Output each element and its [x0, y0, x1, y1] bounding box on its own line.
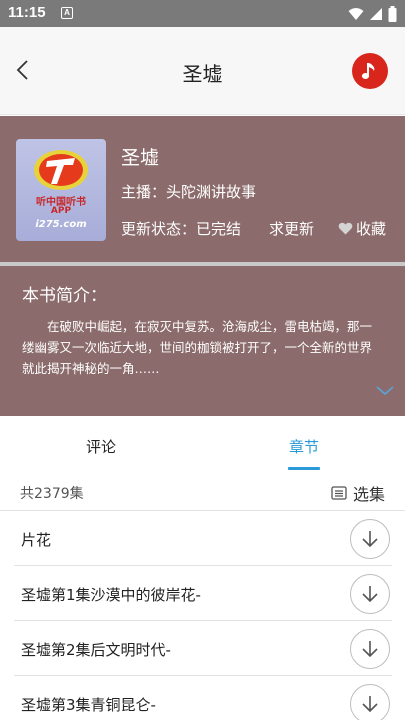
favorite-label: 收藏	[356, 220, 387, 238]
download-button[interactable]	[350, 629, 390, 669]
download-arrow-icon	[362, 696, 378, 713]
download-button[interactable]	[350, 519, 390, 559]
intro-text: 在破败中崛起，在寂灭中复苏。沧海成尘，雷电枯竭，那一缕幽雾又一次临近大地，世间的…	[22, 319, 373, 376]
status-bar: 11:15 A	[0, 0, 405, 27]
status-time: 11:15	[8, 4, 46, 21]
music-note-icon	[361, 63, 375, 79]
page-title: 圣墟	[182, 62, 223, 86]
now-playing-button[interactable]	[352, 53, 388, 89]
download-arrow-icon	[362, 531, 378, 548]
episode-count-bar: 共2379集 选集	[0, 473, 405, 511]
list-item[interactable]: 片花	[14, 512, 392, 566]
battery-icon	[388, 6, 397, 22]
list-icon	[331, 486, 347, 500]
status-icons	[348, 5, 397, 23]
book-title: 圣墟	[121, 147, 160, 169]
select-episodes-button[interactable]: 选集	[331, 481, 385, 505]
book-cover[interactable]: 听中国听书 APP i275.com	[16, 139, 106, 241]
episode-title: 片花	[21, 531, 52, 549]
book-author: 主播：头陀渊讲故事	[121, 183, 257, 201]
book-info-panel: 听中国听书 APP i275.com 圣墟 主播：头陀渊讲故事 更新状态：已完结…	[0, 116, 405, 262]
list-item[interactable]: 圣墟第2集后文明时代-	[14, 622, 392, 676]
cover-text-line2: APP	[50, 206, 72, 216]
app-logo-icon	[34, 150, 88, 190]
episode-title: 圣墟第1集沙漠中的彼岸花-	[21, 586, 201, 604]
wifi-icon	[348, 8, 364, 20]
favorite-button[interactable]: 收藏	[338, 218, 386, 239]
book-update-status: 更新状态：已完结	[121, 220, 242, 238]
cover-text-line3: i275.com	[35, 219, 87, 230]
download-button[interactable]	[350, 684, 390, 720]
notification-icon: A	[61, 7, 73, 19]
episode-title: 圣墟第3集青铜昆仑-	[21, 696, 156, 714]
request-update-button[interactable]: 求更新	[269, 218, 314, 239]
app-bar: 圣墟	[0, 27, 405, 115]
download-arrow-icon	[362, 586, 378, 603]
signal-icon	[370, 8, 382, 20]
book-intro-panel: 本书简介： 在破败中崛起，在寂灭中复苏。沧海成尘，雷电枯竭，那一缕幽雾又一次临近…	[0, 266, 405, 416]
select-episodes-label: 选集	[352, 485, 385, 504]
expand-chevron-icon[interactable]	[375, 383, 395, 397]
list-item[interactable]: 圣墟第3集青铜昆仑-	[14, 677, 392, 720]
episode-title: 圣墟第2集后文明时代-	[21, 641, 171, 659]
tab-comments[interactable]: 评论	[86, 436, 116, 457]
download-button[interactable]	[350, 574, 390, 614]
intro-heading: 本书简介：	[22, 286, 107, 306]
download-arrow-icon	[362, 641, 378, 658]
tab-chapters[interactable]: 章节	[289, 436, 319, 457]
tab-indicator	[288, 467, 320, 470]
episode-count: 共2379集	[20, 486, 84, 502]
tab-bar: 评论 章节	[0, 418, 405, 473]
list-item[interactable]: 圣墟第1集沙漠中的彼岸花-	[14, 567, 392, 621]
heart-icon	[338, 222, 353, 235]
